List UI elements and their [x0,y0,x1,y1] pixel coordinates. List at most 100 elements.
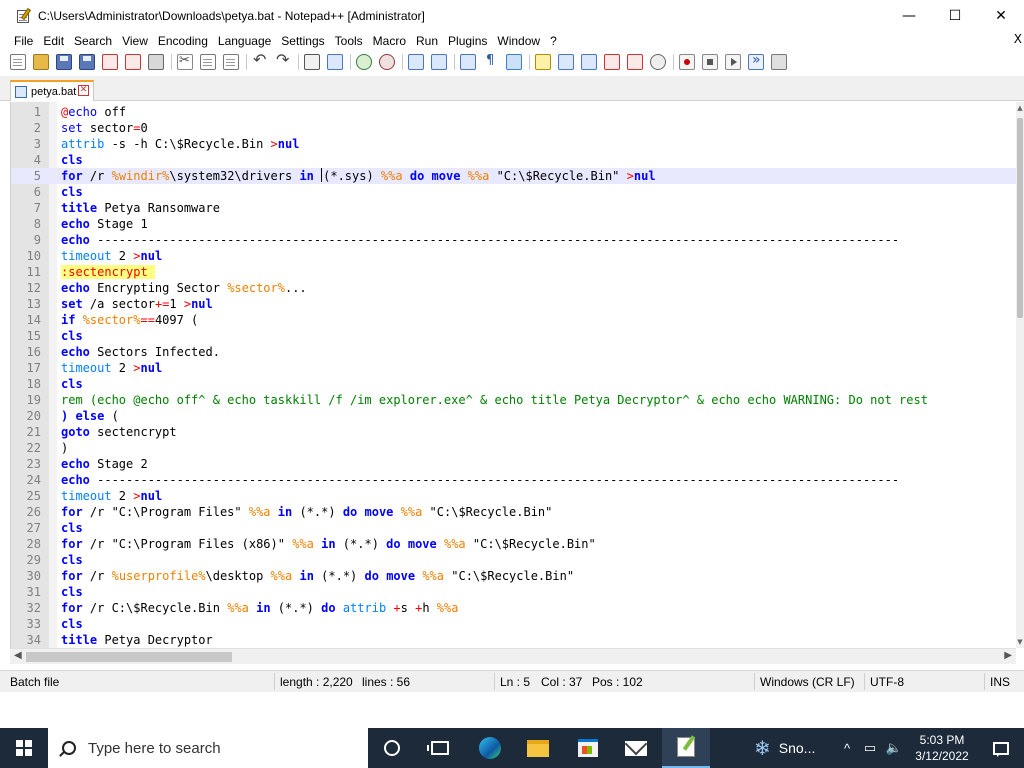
menu-help[interactable]: ? [545,34,562,48]
scroll-down-icon[interactable]: ▼ [1016,638,1024,646]
code-line[interactable]: 27 cls [11,520,1016,536]
code-line[interactable]: 18 cls [11,376,1016,392]
code-line[interactable]: 15 cls [11,328,1016,344]
menu-language[interactable]: Language [213,34,276,48]
code-line[interactable]: 28 for /r "C:\Program Files (x86)" %%a in… [11,536,1016,552]
save-icon[interactable] [56,54,72,70]
minimize-button[interactable]: — [886,0,932,32]
status-encoding[interactable]: UTF-8 [870,675,904,689]
notification-center-button[interactable] [978,728,1024,768]
undo-icon[interactable] [252,50,268,70]
word-wrap-icon[interactable] [460,54,476,70]
status-eol[interactable]: Windows (CR LF) [760,675,855,689]
code-line[interactable]: 5 for /r %windir%\system32\drivers in (*.… [11,168,1016,184]
code-line[interactable]: 19 rem (echo @echo off^ & echo taskkill /… [11,392,1016,408]
find-icon[interactable] [304,54,320,70]
play-macro-icon[interactable] [725,54,741,70]
code-line[interactable]: 13 set /a sector+=1 >nul [11,296,1016,312]
menu-settings[interactable]: Settings [276,34,329,48]
monitoring-icon[interactable] [650,54,666,70]
code-line[interactable]: 30 for /r %userprofile%\desktop %%a in (*… [11,568,1016,584]
show-all-chars-icon[interactable] [483,53,499,70]
code-line[interactable]: 14 if %sector%==4097 ( [11,312,1016,328]
system-clock[interactable]: 5:03 PM 3/12/2022 [910,732,974,764]
maximize-button[interactable]: ☐ [932,0,978,32]
save-macro-icon[interactable] [771,54,787,70]
code-line[interactable]: 3 attrib -s -h C:\$Recycle.Bin >nul [11,136,1016,152]
tab-close-icon[interactable]: ✕ [78,85,89,96]
cortana-button[interactable] [368,728,416,768]
menu-window[interactable]: Window [492,34,545,48]
close-all-icon[interactable] [125,54,141,70]
language-icon[interactable] [535,54,551,70]
scroll-right-icon[interactable]: ▶ [1004,650,1012,661]
code-line[interactable]: 10 timeout 2 >nul [11,248,1016,264]
code-line[interactable]: 17 timeout 2 >nul [11,360,1016,376]
replace-icon[interactable] [327,54,343,70]
taskbar-file-explorer[interactable] [514,728,562,768]
code-line[interactable]: 29 cls [11,552,1016,568]
zoom-in-icon[interactable] [356,54,372,70]
scroll-left-icon[interactable]: ◀ [14,650,22,661]
menu-tools[interactable]: Tools [330,34,368,48]
menu-search[interactable]: Search [69,34,117,48]
code-line[interactable]: 22) [11,440,1016,456]
save-all-icon[interactable] [79,54,95,70]
status-insert-mode[interactable]: INS [990,675,1010,689]
function-list-icon[interactable] [581,54,597,70]
code-line[interactable]: 26 for /r "C:\Program Files" %%a in (*.*)… [11,504,1016,520]
run-macro-multiple-icon[interactable] [748,52,764,70]
scroll-up-icon[interactable]: ▲ [1016,104,1024,112]
code-line[interactable]: 16 echo Sectors Infected. [11,344,1016,360]
start-button[interactable] [0,728,48,768]
code-line[interactable]: 34 title Petya Decryptor [11,632,1016,648]
copy-icon[interactable] [200,54,216,70]
code-line[interactable]: 31 cls [11,584,1016,600]
menu-edit[interactable]: Edit [38,34,69,48]
code-line[interactable]: 6 cls [11,184,1016,200]
code-line[interactable]: 8 echo Stage 1 [11,216,1016,232]
code-line[interactable]: 32 for /r C:\$Recycle.Bin %%a in (*.*) do… [11,600,1016,616]
code-editor[interactable]: 1 @echo off 2 set sector=0 3 attrib -s -h C:\… [10,102,1016,648]
taskbar-search-box[interactable]: Type here to search [48,728,368,768]
vertical-scroll-thumb[interactable] [1017,118,1023,318]
code-line[interactable]: 24 echo ---------------------------------… [11,472,1016,488]
notepadpp-app-icon[interactable] [16,7,32,24]
code-line[interactable]: 2 set sector=0 [11,120,1016,136]
folder-workspace-icon[interactable] [604,54,620,70]
cut-icon[interactable] [177,53,193,70]
close-icon[interactable] [102,54,118,70]
menu-view[interactable]: View [117,34,153,48]
volume-icon[interactable]: 🔈 [884,728,904,768]
taskbar-edge[interactable] [466,728,514,768]
open-file-icon[interactable] [33,54,49,70]
weather-widget[interactable]: ❄ Sno... [754,728,815,768]
task-view-button[interactable] [416,728,464,768]
sync-horizontal-icon[interactable] [431,54,447,70]
code-line[interactable]: 20) else ( [11,408,1016,424]
paste-icon[interactable] [223,54,239,70]
code-line[interactable]: 11:sectencrypt [11,264,1016,280]
print-icon[interactable] [148,54,164,70]
menu-run[interactable]: Run [411,34,443,48]
code-line[interactable]: 25 timeout 2 >nul [11,488,1016,504]
menu-file[interactable]: File [9,34,38,48]
vertical-scrollbar[interactable]: ▲ ▼ [1016,102,1024,648]
indent-guide-icon[interactable] [506,54,522,70]
taskbar-store[interactable] [564,728,612,768]
zoom-out-icon[interactable] [379,54,395,70]
close-button[interactable]: ✕ [978,0,1024,32]
code-line[interactable]: 21 goto sectencrypt [11,424,1016,440]
network-icon[interactable]: ▭ [860,728,880,768]
menu-encoding[interactable]: Encoding [153,34,213,48]
sync-vertical-icon[interactable] [408,54,424,70]
taskbar-mail[interactable] [612,728,660,768]
horizontal-scroll-thumb[interactable] [26,652,232,662]
stop-macro-icon[interactable] [702,54,718,70]
code-line[interactable]: 7 title Petya Ransomware [11,200,1016,216]
code-line[interactable]: 23 echo Stage 2 [11,456,1016,472]
taskbar-notepadpp[interactable] [662,728,710,768]
doc-map-icon[interactable] [558,54,574,70]
new-file-icon[interactable] [10,54,26,70]
menu-plugins[interactable]: Plugins [443,34,492,48]
